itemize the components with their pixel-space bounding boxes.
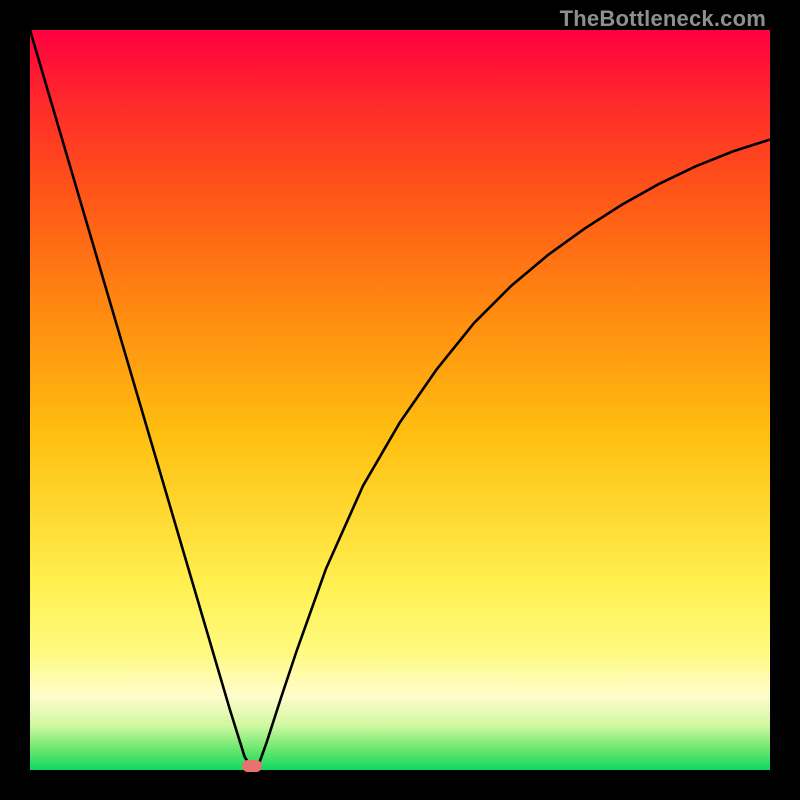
optimum-marker xyxy=(242,760,262,772)
curve-svg xyxy=(30,30,770,770)
bottleneck-curve xyxy=(30,30,770,769)
watermark-label: TheBottleneck.com xyxy=(560,6,766,32)
chart-frame: TheBottleneck.com xyxy=(0,0,800,800)
plot-area xyxy=(30,30,770,770)
